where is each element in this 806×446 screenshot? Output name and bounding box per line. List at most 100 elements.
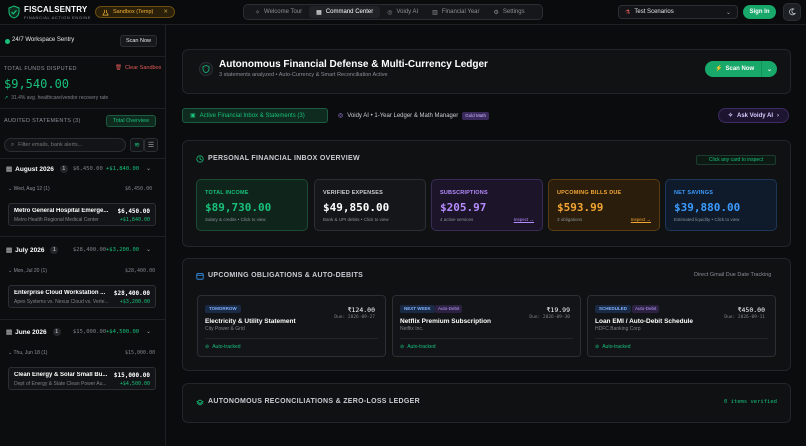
day-name: Mon, Jul 20 bbox=[13, 268, 40, 274]
bolt-icon: ⚡ bbox=[715, 66, 723, 72]
stat-label: VERIFIED EXPENSES bbox=[323, 190, 383, 196]
statement-item[interactable]: Metro General Hospital Emerge... Metro H… bbox=[8, 203, 156, 226]
due-tag: TOMORROW bbox=[205, 305, 241, 313]
shield-icon bbox=[199, 62, 213, 76]
obligations-title: UPCOMING OBLIGATIONS & AUTO-DEBITS bbox=[208, 272, 364, 279]
list-view-button[interactable]: ☰ bbox=[144, 138, 158, 152]
due-tag: SCHEDULED bbox=[595, 305, 632, 313]
scan-now-button[interactable]: ⚡ Scan Now ⌄ bbox=[705, 61, 777, 77]
clock-icon bbox=[196, 155, 204, 163]
obligation-name: Netflix Premium Subscription bbox=[400, 318, 492, 325]
sidebar-scan-now-button[interactable]: Scan Now bbox=[120, 35, 157, 47]
calendar-icon: ▤ bbox=[6, 329, 13, 336]
nav-command-center[interactable]: ▦ Command Center bbox=[309, 6, 381, 18]
statement-recovered: +$3,200.00 bbox=[119, 299, 150, 305]
month-group-header[interactable]: ▤ July 2026 1 $28,400.00 +$3,200.00 ⌄ bbox=[0, 244, 166, 258]
day-count: (1) bbox=[41, 350, 48, 356]
stat-card[interactable]: NET SAVINGS $39,880.00 Estimated liquidity… bbox=[665, 179, 777, 231]
tab-financial-inbox[interactable]: ▣ Active Financial Inbox & Statements (3… bbox=[182, 108, 328, 123]
stat-card[interactable]: UPCOMING BILLS DUE $593.99 3 obligations In… bbox=[548, 179, 660, 231]
page-title: Autonomous Financial Defense & Multi-Cur… bbox=[219, 59, 488, 70]
sandbox-badge[interactable]: Sandbox (Temp) ✕ bbox=[95, 6, 175, 18]
obligation-provider: City Power & Grid bbox=[205, 326, 245, 332]
recovery-rate: ↗ 31.4% avg. healthcare/vendor recovery … bbox=[4, 95, 108, 101]
day-name: Wed, Aug 12 bbox=[13, 186, 43, 192]
tab-label: Voidy AI • 1-Year Ledger & Math Manager bbox=[347, 112, 459, 119]
sentry-label: 24/7 Workspace Sentry bbox=[12, 37, 75, 43]
statement-amount: $28,400.00 bbox=[113, 290, 150, 297]
obligation-provider: HDFC Banking Corp bbox=[595, 326, 641, 332]
layers-icon: ≋ bbox=[134, 142, 140, 149]
auto-tracked-status: ⊘ Auto-tracked bbox=[205, 344, 241, 350]
month-name: June 2026 bbox=[15, 328, 47, 336]
obligation-provider: Netflix Inc. bbox=[400, 326, 424, 332]
obligation-amount: ₹19.99 bbox=[546, 306, 570, 314]
clear-sandbox-label: Clear Sandbox bbox=[124, 65, 162, 71]
month-count: 1 bbox=[52, 328, 61, 336]
statement-title: Enterprise Cloud Workstation ... bbox=[14, 290, 106, 296]
filter-input[interactable] bbox=[18, 142, 119, 148]
chevron-down-icon: ⌄ bbox=[146, 247, 152, 253]
layers-button[interactable]: ≋ bbox=[130, 138, 144, 152]
inspect-link[interactable]: Inspect → bbox=[631, 217, 651, 222]
trash-icon: 🗑 bbox=[115, 65, 122, 71]
stat-description: Estimated liquidity • Click to view bbox=[674, 217, 740, 222]
theme-toggle-button[interactable] bbox=[783, 3, 801, 21]
ask-voidy-label: Ask Voidy AI bbox=[737, 112, 774, 119]
stat-card[interactable]: TOTAL INCOME $89,730.00 Salary & credits •… bbox=[196, 179, 308, 231]
stat-description: 4 active services bbox=[440, 217, 474, 222]
scenario-select[interactable]: ⚗ Test Scenarios ⌄ bbox=[618, 5, 738, 19]
month-group-header[interactable]: ▤ August 2026 1 $6,450.00 +$1,840.00 ⌄ bbox=[0, 163, 166, 177]
sparkle-icon: ✧ bbox=[727, 113, 733, 119]
day-header[interactable]: ⌄ Mon, Jul 20 (1) $28,400.00 bbox=[0, 267, 166, 277]
nav-label: Settings bbox=[502, 9, 525, 15]
clear-sandbox-button[interactable]: 🗑 Clear Sandbox bbox=[115, 65, 161, 71]
sign-in-button[interactable]: Sign In bbox=[743, 5, 776, 19]
month-count: 1 bbox=[50, 246, 59, 254]
obligation-amount: ₹450.00 bbox=[737, 306, 765, 314]
obligation-card[interactable]: TOMORROW Electricity & Utility Statement C… bbox=[197, 295, 386, 357]
check-circle-icon: ⊘ bbox=[595, 344, 600, 350]
stat-card[interactable]: VERIFIED EXPENSES $49,850.00 Bank & UPI de… bbox=[314, 179, 426, 231]
total-overview-button[interactable]: Total Overview bbox=[106, 115, 156, 127]
scenario-value: Test Scenarios bbox=[634, 9, 674, 15]
divider bbox=[205, 338, 378, 339]
obligation-card[interactable]: NEXT WEEK Auto-Debit Netflix Premium Subsc… bbox=[392, 295, 581, 357]
month-delta: +$1,840.00 bbox=[106, 166, 140, 172]
scan-options-dropdown[interactable]: ⌄ bbox=[761, 61, 777, 77]
nav-settings[interactable]: ⚙ Settings bbox=[487, 6, 532, 18]
tab-voidy-ai[interactable]: ◎ Voidy AI • 1-Year Ledger & Math Manage… bbox=[338, 108, 489, 123]
statement-title: Metro General Hospital Emerge... bbox=[14, 208, 109, 214]
bar-chart-icon: ▥ bbox=[432, 9, 438, 16]
total-funds-label: TOTAL FUNDS DISPUTED bbox=[4, 66, 77, 72]
verified-count: 0 items verified bbox=[724, 399, 777, 405]
nav-voidy-ai[interactable]: ◎ Voidy AI bbox=[380, 6, 425, 18]
month-group-header[interactable]: ▤ June 2026 1 $15,000.00 +$4,500.00 ⌄ bbox=[0, 326, 166, 340]
close-icon[interactable]: ✕ bbox=[163, 9, 168, 15]
obligation-card[interactable]: SCHEDULED Auto-Debit Loan EMI / Auto-Debit… bbox=[587, 295, 776, 357]
recovery-rate-text: 31.4% avg. healthcare/vendor recovery ra… bbox=[11, 95, 109, 101]
stat-card[interactable]: SUBSCRIPTIONS $205.97 4 active services Ins… bbox=[431, 179, 543, 231]
page-subtitle: 3 statements analyzed • Auto-Currency & … bbox=[219, 72, 388, 78]
nav-financial-year[interactable]: ▥ Financial Year bbox=[425, 6, 486, 18]
stat-value: $49,850.00 bbox=[323, 201, 390, 214]
nav-welcome-tour[interactable]: ✧ Welcome Tour bbox=[248, 6, 309, 18]
inspect-link[interactable]: Inspect → bbox=[514, 217, 534, 222]
day-header[interactable]: ⌄ Thu, Jun 18 (1) $15,000.00 bbox=[0, 349, 166, 359]
statement-amount: $15,000.00 bbox=[113, 372, 150, 379]
obligation-due: Due: 2026-09-30 bbox=[529, 315, 570, 320]
statement-item[interactable]: Enterprise Cloud Workstation ... Apex Sy… bbox=[8, 285, 156, 308]
day-header[interactable]: ⌄ Wed, Aug 12 (1) $6,450.00 bbox=[0, 185, 166, 195]
month-total: $28,400.00 bbox=[73, 247, 107, 253]
ask-voidy-button[interactable]: ✧ Ask Voidy AI › bbox=[718, 108, 789, 123]
divider bbox=[595, 338, 768, 339]
filter-search[interactable]: ⌕ bbox=[4, 138, 126, 152]
statement-source: Metro Health Regional Medical Center bbox=[14, 217, 99, 223]
audited-label: AUDITED STATEMENTS (3) bbox=[4, 118, 81, 124]
arrow-right-icon: › bbox=[777, 112, 780, 119]
auto-tracked-label: Auto-tracked bbox=[212, 344, 241, 350]
statement-source: Apex Systems vs. Nexus Cloud vs. Verte..… bbox=[14, 299, 109, 305]
brand-name: FISCALSENTRY bbox=[24, 5, 88, 14]
gold-math-badge: Gold Math bbox=[462, 111, 489, 120]
statement-item[interactable]: Clean Energy & Solar Small Bu... Dept of… bbox=[8, 367, 156, 390]
